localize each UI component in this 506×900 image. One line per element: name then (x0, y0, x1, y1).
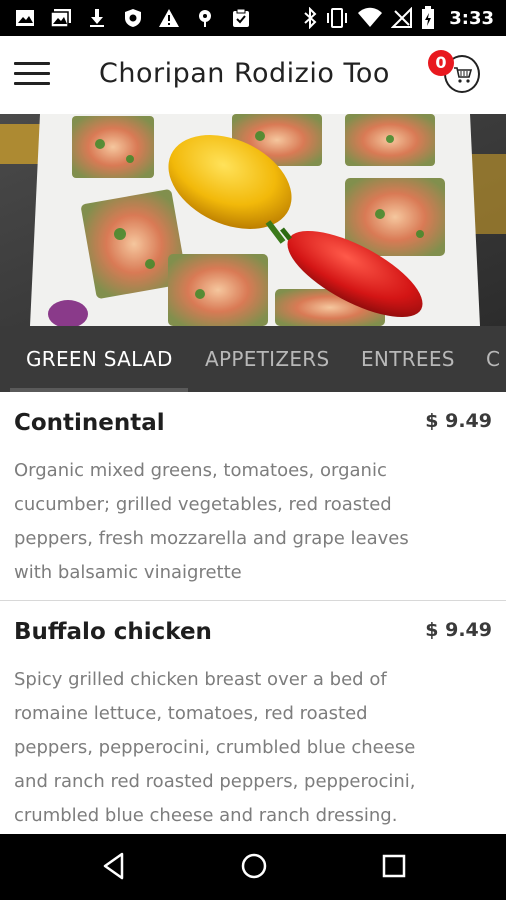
hamburger-line (14, 62, 50, 65)
item-name: Buffalo chicken (14, 619, 212, 645)
warning-icon (159, 9, 179, 27)
hamburger-menu-button[interactable] (14, 62, 50, 88)
image-icon (16, 10, 34, 26)
item-price: $ 9.49 (425, 410, 492, 432)
gallery-icon (50, 9, 71, 28)
tab-appetizers[interactable]: APPETIZERS (205, 326, 329, 392)
wifi-icon (358, 7, 383, 27)
cart-count-badge: 0 (428, 50, 454, 76)
status-bar: 3:33 (0, 0, 506, 36)
clipboard-icon (233, 8, 249, 27)
vibrate-icon (327, 8, 348, 28)
cart-icon (454, 67, 473, 83)
hero-food-image (0, 114, 506, 326)
home-icon[interactable] (240, 852, 268, 880)
item-name: Continental (14, 410, 165, 436)
shield-icon (125, 9, 141, 27)
category-tabs: GREEN SALAD APPETIZERS ENTREES C (0, 326, 506, 392)
item-description: Spicy grilled chicken breast over a bed … (14, 669, 416, 826)
system-nav-bar (0, 834, 506, 900)
location-icon (199, 10, 211, 27)
recents-icon[interactable] (381, 852, 407, 880)
hamburger-line (14, 82, 50, 85)
app-bar: Choripan Rodizio Too 0 (0, 36, 506, 114)
item-description: Organic mixed greens, tomatoes, organic … (14, 460, 409, 583)
menu-item[interactable]: Buffalo chicken $ 9.49 Spicy grilled chi… (0, 601, 506, 834)
tab-partial[interactable]: C (486, 326, 500, 392)
bluetooth-icon (304, 7, 317, 29)
no-signal-icon (391, 7, 413, 28)
tab-green-salad[interactable]: GREEN SALAD (26, 326, 173, 392)
status-right-icons: 3:33 (303, 6, 494, 30)
item-price: $ 9.49 (425, 619, 492, 641)
app-title: Choripan Rodizio Too (99, 58, 390, 89)
menu-item-list[interactable]: Continental $ 9.49 Organic mixed greens,… (0, 392, 506, 834)
download-icon (90, 9, 104, 27)
back-icon[interactable] (102, 852, 126, 880)
menu-item[interactable]: Continental $ 9.49 Organic mixed greens,… (0, 392, 506, 601)
hamburger-line (14, 72, 50, 75)
status-left-icons (14, 8, 252, 28)
status-time: 3:33 (449, 7, 494, 29)
food-photo (0, 114, 506, 326)
battery-icon (422, 6, 435, 29)
tab-entrees[interactable]: ENTREES (361, 326, 455, 392)
